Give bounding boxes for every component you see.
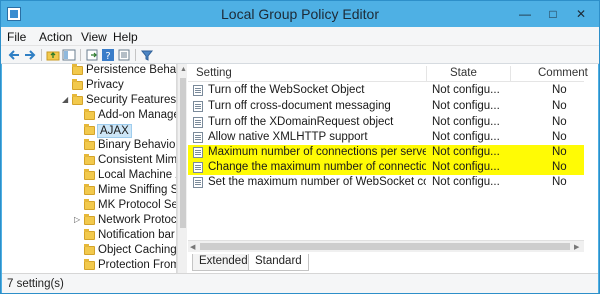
view-tabs: Extended Standard (188, 254, 598, 273)
table-row[interactable]: Set the maximum number of WebSocket conn… (188, 175, 584, 190)
expand-arrow-icon[interactable]: ▷ (74, 215, 80, 224)
toolbar-separator (135, 49, 136, 61)
client-area: Persistence Behavior Privacy ◢ Security … (2, 64, 598, 273)
app-window: Local Group Policy Editor — □ ✕ File Act… (0, 0, 600, 294)
status-bar: 7 setting(s) (2, 273, 598, 293)
folder-icon (84, 169, 95, 180)
folder-icon (84, 244, 95, 255)
toolbar-separator (41, 49, 42, 61)
toolbar-separator (80, 49, 81, 61)
window-title: Local Group Policy Editor (221, 6, 379, 22)
folder-icon (84, 109, 95, 120)
status-text: 7 setting(s) (7, 278, 64, 290)
tree-item[interactable]: Mime Sniffing Sa (2, 184, 176, 199)
folder-icon (72, 79, 83, 90)
menu-view[interactable]: View (81, 30, 107, 44)
folder-icon (72, 64, 83, 75)
up-folder-icon[interactable] (46, 48, 60, 62)
toolbar: ? (1, 46, 599, 64)
policy-setting-icon (193, 147, 203, 158)
folder-icon (84, 139, 95, 150)
tree-item[interactable]: MK Protocol Secu (2, 199, 176, 214)
menu-action[interactable]: Action (39, 30, 72, 44)
tree-item[interactable]: Privacy (2, 79, 176, 94)
column-headers: Setting State Comment (188, 66, 588, 82)
list-horizontal-scrollbar[interactable]: ◀ ▶ (188, 240, 584, 252)
filter-icon[interactable] (140, 48, 154, 62)
table-row-highlighted[interactable]: Change the maximum number of connections… (188, 160, 584, 175)
column-header-setting[interactable]: Setting (196, 67, 232, 79)
title-bar[interactable]: Local Group Policy Editor — □ ✕ (1, 1, 599, 27)
close-button[interactable]: ✕ (569, 5, 593, 23)
tree-item[interactable]: Consistent Mime (2, 154, 176, 169)
tree-item[interactable]: Binary Behavior S (2, 139, 176, 154)
collapse-arrow-icon[interactable]: ◢ (62, 95, 68, 104)
scroll-left-arrow-icon[interactable]: ◀ (190, 243, 195, 251)
tree-item-selected[interactable]: AJAX (2, 124, 176, 139)
policy-tree: Persistence Behavior Privacy ◢ Security … (2, 64, 177, 273)
policy-setting-icon (193, 117, 203, 128)
column-header-state[interactable]: State (450, 67, 477, 79)
column-header-comment[interactable]: Comment (538, 67, 588, 79)
tree-item[interactable]: Add-on Manager (2, 109, 176, 124)
column-divider[interactable] (510, 66, 511, 82)
scroll-right-arrow-icon[interactable]: ▶ (574, 243, 579, 251)
folder-icon (84, 259, 95, 270)
svg-text:?: ? (105, 51, 110, 62)
menu-help[interactable]: Help (113, 30, 138, 44)
scroll-up-arrow-icon[interactable]: ▲ (180, 66, 187, 73)
folder-icon (84, 199, 95, 210)
folder-icon (84, 124, 95, 135)
list-scroll-thumb[interactable] (200, 243, 570, 250)
policy-setting-icon (193, 85, 203, 96)
minimize-button[interactable]: — (513, 5, 537, 23)
table-row[interactable]: Turn off cross-document messaging Not co… (188, 99, 584, 114)
policy-setting-icon (193, 101, 203, 112)
tab-standard[interactable]: Standard (248, 254, 309, 271)
folder-icon (84, 154, 95, 165)
policy-setting-icon (193, 177, 203, 188)
menu-file[interactable]: File (7, 30, 26, 44)
tree-item[interactable]: Local Machine Zo (2, 169, 176, 184)
folder-icon (84, 184, 95, 195)
folder-icon (84, 214, 95, 225)
menu-bar: File Action View Help (1, 27, 599, 46)
policy-setting-icon (193, 162, 203, 173)
tree-item[interactable]: Object Caching Pr (2, 244, 176, 259)
tree-item[interactable]: ▷ Network Protocol (2, 214, 176, 229)
maximize-button[interactable]: □ (541, 5, 565, 23)
show-hide-tree-icon[interactable] (62, 48, 76, 62)
policy-setting-icon (193, 132, 203, 143)
settings-list: Setting State Comment Turn off the WebSo… (188, 64, 598, 273)
forward-arrow-icon[interactable] (23, 48, 37, 62)
table-row[interactable]: Turn off the XDomainRequest object Not c… (188, 115, 584, 130)
export-list-icon[interactable] (85, 48, 99, 62)
tree-item[interactable]: ◢ Security Features (2, 94, 176, 109)
folder-icon (84, 229, 95, 240)
tree-item[interactable]: Persistence Behavior (2, 64, 176, 79)
table-row[interactable]: Turn off the WebSocket Object Not config… (188, 83, 584, 98)
help-icon[interactable]: ? (101, 48, 115, 62)
tree-scrollbar[interactable]: ▲ (177, 64, 187, 273)
tree-item[interactable]: Notification bar (2, 229, 176, 244)
tab-extended[interactable]: Extended (192, 254, 255, 271)
back-arrow-icon[interactable] (7, 48, 21, 62)
table-row-highlighted[interactable]: Maximum number of connections per server… (188, 145, 584, 160)
properties-icon[interactable] (117, 48, 131, 62)
tree-scroll-thumb[interactable] (180, 78, 186, 228)
tree-item[interactable]: Protection From (2, 259, 176, 273)
column-divider[interactable] (426, 66, 427, 82)
folder-open-icon (72, 94, 83, 105)
table-row[interactable]: Allow native XMLHTTP support Not configu… (188, 130, 584, 145)
